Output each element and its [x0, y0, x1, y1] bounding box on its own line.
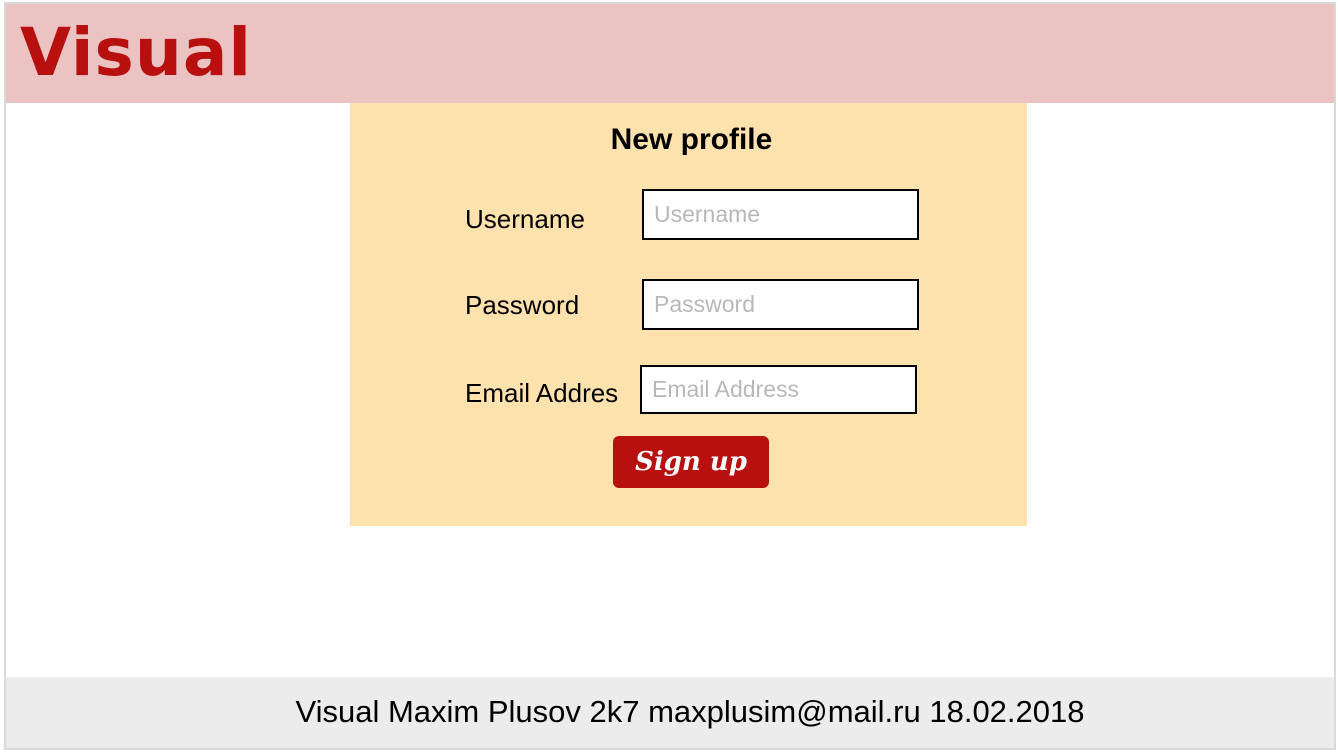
sign-up-button[interactable]: Sign up [613, 436, 769, 488]
password-input[interactable] [642, 279, 919, 330]
signup-form-card: New profile Username Password Email Addr… [350, 103, 1027, 526]
username-input[interactable] [642, 189, 919, 240]
site-logo[interactable]: Visual [20, 10, 252, 96]
form-title: New profile [610, 123, 773, 156]
password-label: Password [465, 290, 580, 320]
email-label: Email Addres [465, 378, 619, 408]
site-footer: Visual Maxim Plusov 2k7 maxplusim@mail.r… [6, 677, 1334, 748]
email-input[interactable] [640, 365, 917, 414]
footer-text: Visual Maxim Plusov 2k7 maxplusim@mail.r… [295, 694, 1085, 729]
page-frame: Visual New profile Username Password Ema… [4, 2, 1336, 750]
username-label: Username [465, 204, 585, 234]
site-header: Visual [6, 4, 1334, 103]
